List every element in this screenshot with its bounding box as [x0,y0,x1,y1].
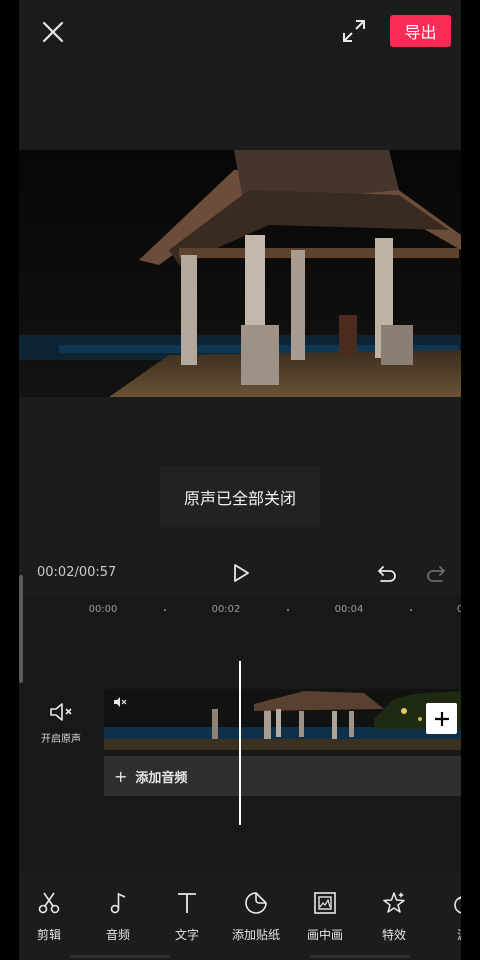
play-button[interactable] [229,561,253,585]
fullscreen-button[interactable] [341,18,367,44]
tool-text[interactable]: 文字 [157,890,217,943]
nav-indicator [70,955,170,958]
scissors-icon [38,892,60,914]
clip-thumbnails [104,689,461,750]
toast-message: 原声已全部关闭 [160,466,320,527]
tool-label: 文字 [174,928,199,942]
undo-button[interactable] [375,561,399,585]
tool-filter[interactable]: 滤 [433,890,461,943]
timeline[interactable]: 00:00 00:02 00:04 0 开启原声 + 添加音频 [19,597,461,872]
picture-in-picture-icon [314,892,336,914]
playback-time: 00:02/00:57 [37,565,117,580]
original-sound-label: 开启原声 [41,734,81,745]
playback-bar: 00:02/00:57 [19,555,461,593]
filter-icon [454,896,461,914]
redo-icon [427,566,446,582]
play-icon [234,564,249,582]
nav-indicator [310,955,410,958]
close-icon [42,21,64,43]
tool-sticker[interactable]: 添加贴纸 [226,890,286,943]
close-button[interactable] [39,18,67,46]
video-frame-pavilion [19,150,461,397]
tool-picture-in-picture[interactable]: 画中画 [295,890,355,943]
video-preview [19,150,461,397]
fullscreen-icon [343,20,365,42]
sticker-icon [245,892,267,914]
tool-label: 滤 [433,926,461,943]
ruler-tick: 00:00 [88,604,118,615]
add-audio-button[interactable]: + 添加音频 [104,756,461,796]
clip-muted-icon [114,697,127,707]
original-sound-toggle[interactable]: 开启原声 [33,701,89,747]
tool-label: 画中画 [306,928,343,942]
playhead[interactable] [239,661,241,825]
tool-label: 音频 [105,928,130,942]
speaker-muted-icon [50,703,72,721]
bottom-toolbar: 剪辑 音频 文字 添加贴纸 画中画 特效 [19,878,461,960]
top-bar: 导出 [19,0,461,150]
undo-icon [377,566,396,582]
add-clip-button[interactable] [426,703,457,734]
ruler-tick: 0 [456,604,461,615]
text-icon [178,893,196,913]
tool-label: 添加贴纸 [231,928,280,942]
tool-edit[interactable]: 剪辑 [19,890,79,943]
ruler-dot [287,609,289,611]
export-button[interactable]: 导出 [390,15,451,47]
tool-label: 特效 [381,928,406,942]
ruler-dot [410,609,412,611]
ruler-tick: 00:04 [334,604,364,615]
add-audio-label: 添加音频 [135,770,188,786]
music-note-icon [110,892,126,914]
timeline-side-handle[interactable] [19,575,23,683]
ruler-dot [164,609,166,611]
tool-effects[interactable]: 特效 [364,890,424,943]
redo-button[interactable] [424,561,448,585]
plus-icon: + [114,766,128,786]
editor-screen: 导出 原声已全部关闭 00:02/00:57 00:00 00:02 00:04… [19,0,461,960]
time-ruler: 00:00 00:02 00:04 0 [19,597,461,621]
tool-label: 剪辑 [36,928,61,942]
tool-audio[interactable]: 音频 [88,890,148,943]
video-clip-track[interactable] [104,689,461,750]
plus-icon [434,711,449,726]
ruler-tick: 00:02 [211,604,241,615]
effects-icon [383,892,405,913]
